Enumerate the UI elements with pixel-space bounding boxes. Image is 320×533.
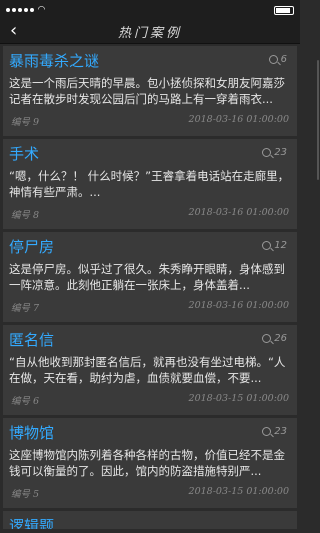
battery-icon — [274, 5, 294, 15]
views-count: 6 — [268, 54, 287, 65]
case-title: 博物馆 — [9, 424, 55, 442]
case-list: 暴雨毒杀之谜 6 这是一个雨后天晴的早晨。包小拯侦探和女朋友阿嘉莎记者在散步时发… — [0, 44, 300, 529]
views-icon — [262, 241, 272, 250]
case-number: 编号 9 — [11, 117, 40, 128]
case-card[interactable]: 匿名信 26 “自从他收到那封匿名信后，就再也没有坐过电梯。“人在做，天在看，助… — [3, 325, 297, 415]
views-value: 6 — [280, 54, 287, 65]
case-summary: “嗯，什么？！ 什么时候？”王睿拿着电话站在走廊里，神情有些严肃。... — [9, 169, 290, 199]
case-time: 2018-03-15 01:00:00 — [188, 486, 289, 497]
views-icon — [268, 55, 278, 64]
views-icon — [262, 334, 272, 343]
wifi-icon: ◠ — [38, 5, 45, 15]
views-count: 12 — [262, 240, 287, 251]
views-value: 23 — [274, 426, 287, 437]
page-title: 热门案例 — [117, 26, 182, 41]
views-count: 23 — [262, 426, 287, 437]
case-title: 暴雨毒杀之谜 — [9, 52, 100, 70]
case-number: 编号 6 — [11, 396, 40, 407]
views-value: 12 — [274, 240, 287, 251]
case-summary: “自从他收到那封匿名信后，就再也没有坐过电梯。“人在做，天在看，助纣为虐，血债就… — [9, 355, 286, 385]
status-bar: ◠ — [0, 0, 300, 20]
case-summary: 这座博物馆内陈列着各种各样的古物，价值已经不是金钱可以衡量的了。因此，馆内的防盗… — [9, 448, 285, 478]
case-footer: 编号 6 2018-03-15 01:00:00 — [11, 393, 289, 407]
case-card[interactable]: 博物馆 23 这座博物馆内陈列着各种各样的古物，价值已经不是金钱可以衡量的了。因… — [3, 418, 297, 508]
signal-icon — [6, 8, 34, 12]
status-left: ◠ — [6, 5, 45, 15]
views-count: 26 — [262, 333, 287, 344]
case-title: 手术 — [9, 145, 40, 163]
case-footer: 编号 7 2018-03-16 01:00:00 — [11, 300, 289, 314]
views-icon — [262, 148, 272, 157]
case-number: 编号 5 — [11, 489, 40, 500]
case-card[interactable]: 停尸房 12 这是停尸房。似乎过了很久。朱秀睁开眼睛，身体感到一阵凉意。此刻他正… — [3, 232, 297, 322]
case-time: 2018-03-15 01:00:00 — [188, 393, 289, 404]
views-value: 23 — [274, 147, 287, 158]
case-title: 匿名信 — [9, 331, 55, 349]
case-footer: 编号 5 2018-03-15 01:00:00 — [11, 486, 289, 500]
views-count: 23 — [262, 147, 287, 158]
case-summary: 这是停尸房。似乎过了很久。朱秀睁开眼睛，身体感到一阵凉意。此刻他正躺在一张床上，… — [9, 262, 285, 292]
case-time: 2018-03-16 01:00:00 — [188, 114, 289, 125]
case-title: 逻辑题 — [9, 517, 55, 529]
back-button[interactable]: ‹ — [10, 21, 17, 41]
case-card[interactable]: 手术 23 “嗯，什么？！ 什么时候？”王睿拿着电话站在走廊里，神情有些严肃。.… — [3, 139, 297, 229]
scrollbar[interactable] — [317, 60, 319, 180]
case-footer: 编号 8 2018-03-16 01:00:00 — [11, 207, 289, 221]
case-summary: 这是一个雨后天晴的早晨。包小拯侦探和女朋友阿嘉莎记者在散步时发现公园后门的马路上… — [9, 76, 285, 106]
navigation-bar: ‹ 热门案例 — [0, 20, 300, 44]
case-title: 停尸房 — [9, 238, 55, 256]
case-time: 2018-03-16 01:00:00 — [188, 300, 289, 311]
case-footer: 编号 9 2018-03-16 01:00:00 — [11, 114, 289, 128]
case-number: 编号 7 — [11, 303, 40, 314]
case-time: 2018-03-16 01:00:00 — [188, 207, 289, 218]
status-right — [274, 5, 294, 15]
views-icon — [262, 427, 272, 436]
case-card[interactable]: 逻辑题 — [3, 511, 297, 529]
case-number: 编号 8 — [11, 210, 40, 221]
case-card[interactable]: 暴雨毒杀之谜 6 这是一个雨后天晴的早晨。包小拯侦探和女朋友阿嘉莎记者在散步时发… — [3, 46, 297, 136]
views-value: 26 — [274, 333, 287, 344]
